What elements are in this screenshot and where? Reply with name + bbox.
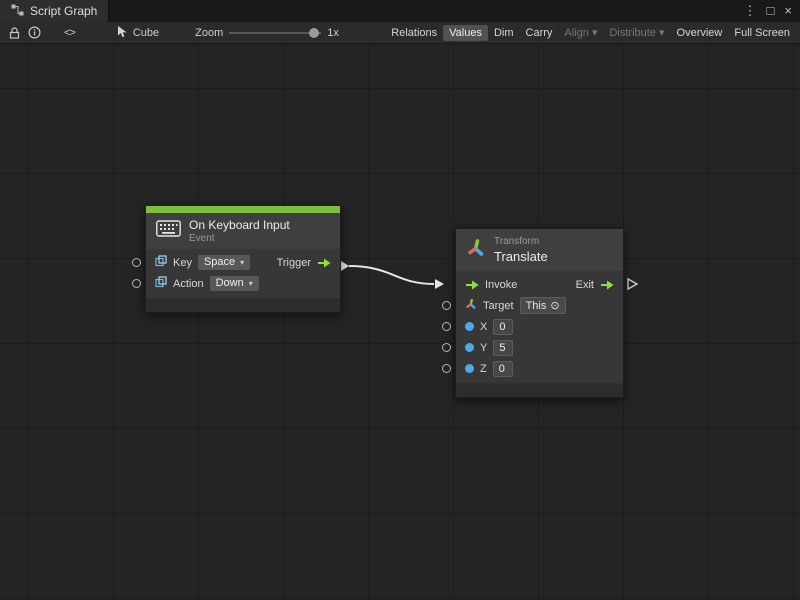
values-button[interactable]: Values — [443, 25, 488, 41]
y-value-field[interactable]: 5 — [493, 340, 513, 356]
zoom-label: Zoom — [195, 27, 223, 39]
value-input-icon — [155, 276, 167, 291]
exit-label: Exit — [576, 279, 594, 291]
zoom-slider-knob[interactable] — [309, 28, 319, 38]
code-preview-icon[interactable]: <> — [64, 27, 75, 39]
node-on-keyboard-input[interactable]: On Keyboard Input Event Key Space — [145, 205, 341, 313]
translate-node-category: Transform — [494, 236, 548, 247]
exit-port-stub-icon[interactable] — [628, 279, 637, 289]
graph-owner: Cube — [117, 25, 159, 41]
event-node-title: On Keyboard Input — [189, 218, 290, 232]
object-name[interactable]: Cube — [133, 27, 159, 39]
zoom-value: 1x — [327, 27, 339, 39]
node-transform-translate[interactable]: Transform Translate Invoke Exit — [455, 228, 624, 398]
action-dropdown[interactable]: Down ▾ — [210, 276, 259, 291]
target-this-label: This — [526, 300, 547, 312]
zoom-slider[interactable] — [229, 27, 321, 39]
event-node-header[interactable]: On Keyboard Input Event — [146, 213, 340, 249]
translate-node-body: Invoke Exit — [456, 271, 623, 383]
key-row: Key Space ▾ Trigger — [146, 252, 340, 273]
z-label: Z — [480, 363, 487, 375]
trigger-output-port[interactable] — [317, 258, 331, 268]
target-input-port[interactable] — [442, 301, 451, 310]
x-label: X — [480, 321, 487, 333]
z-row: Z 0 — [456, 358, 623, 379]
action-row: Action Down ▾ — [146, 273, 340, 294]
chevron-down-icon: ▾ — [249, 277, 253, 290]
graph-canvas[interactable]: On Keyboard Input Event Key Space — [0, 44, 800, 600]
number-port-icon — [465, 343, 474, 352]
value-input-icon — [155, 255, 167, 270]
graph-toolbar: <> Cube Zoom 1x Relations Values Dim Car… — [0, 22, 800, 44]
lock-icon[interactable] — [4, 24, 24, 42]
connection-wire[interactable] — [349, 266, 434, 284]
fullscreen-button[interactable]: Full Screen — [728, 25, 796, 41]
pointer-icon — [117, 25, 128, 41]
overview-button[interactable]: Overview — [671, 25, 729, 41]
connection-start-arrow — [341, 261, 349, 271]
dim-button[interactable]: Dim — [488, 25, 520, 41]
tab-script-graph[interactable]: Script Graph — [0, 0, 109, 22]
invoke-row: Invoke Exit — [456, 274, 623, 295]
number-port-icon — [465, 364, 474, 373]
event-node-body: Key Space ▾ Trigger — [146, 249, 340, 298]
relations-button[interactable]: Relations — [385, 25, 443, 41]
target-this-button[interactable]: This ⊙ — [520, 297, 566, 314]
target-gizmo-icon: ⊙ — [550, 299, 559, 312]
target-row: Target This ⊙ — [456, 295, 623, 316]
chevron-down-icon: ▾ — [240, 256, 244, 269]
translate-node-header[interactable]: Transform Translate — [456, 229, 623, 271]
event-node-footer — [146, 298, 340, 312]
event-node-subtitle: Event — [189, 233, 290, 244]
event-color-bar — [146, 206, 340, 213]
toolbar-buttons: Relations Values Dim Carry Align ▾ Distr… — [385, 24, 796, 41]
action-dropdown-value: Down — [216, 277, 244, 290]
y-input-port[interactable] — [442, 343, 451, 352]
keyboard-icon — [156, 220, 181, 242]
info-icon[interactable] — [24, 24, 44, 42]
action-input-port[interactable] — [132, 279, 141, 288]
y-label: Y — [480, 342, 487, 354]
distribute-button: Distribute ▾ — [603, 24, 670, 41]
maximize-icon[interactable]: □ — [767, 0, 775, 22]
invoke-label: Invoke — [485, 279, 517, 291]
key-label: Key — [173, 257, 192, 269]
connection-end-arrow — [435, 279, 444, 289]
zoom-control: Zoom 1x — [195, 27, 339, 39]
transform-icon — [466, 238, 486, 263]
translate-node-title: Translate — [494, 249, 548, 264]
graph-icon — [11, 4, 24, 19]
connection-layer — [0, 44, 800, 600]
script-graph-window: Script Graph ⋮ □ × <> — [0, 0, 800, 44]
more-menu-icon[interactable]: ⋮ — [744, 0, 757, 22]
x-input-port[interactable] — [442, 322, 451, 331]
align-button: Align ▾ — [558, 24, 603, 41]
translate-node-footer — [456, 383, 623, 397]
y-row: Y 5 — [456, 337, 623, 358]
zoom-slider-track — [229, 32, 321, 34]
z-value-field[interactable]: 0 — [493, 361, 513, 377]
x-row: X 0 — [456, 316, 623, 337]
key-dropdown-value: Space — [204, 256, 235, 269]
trigger-label: Trigger — [277, 257, 311, 269]
number-port-icon — [465, 322, 474, 331]
carry-button[interactable]: Carry — [520, 25, 559, 41]
invoke-input-port[interactable] — [465, 280, 479, 290]
close-icon[interactable]: × — [784, 0, 792, 22]
tab-bar: Script Graph ⋮ □ × — [0, 0, 800, 22]
x-value-field[interactable]: 0 — [493, 319, 513, 335]
window-controls: ⋮ □ × — [744, 0, 800, 22]
key-input-port[interactable] — [132, 258, 141, 267]
key-dropdown[interactable]: Space ▾ — [198, 255, 250, 270]
exit-output-port[interactable] — [600, 280, 614, 290]
target-label: Target — [483, 300, 514, 312]
tab-title: Script Graph — [30, 4, 97, 18]
z-input-port[interactable] — [442, 364, 451, 373]
action-label: Action — [173, 278, 204, 290]
transform-mini-icon — [465, 298, 477, 313]
